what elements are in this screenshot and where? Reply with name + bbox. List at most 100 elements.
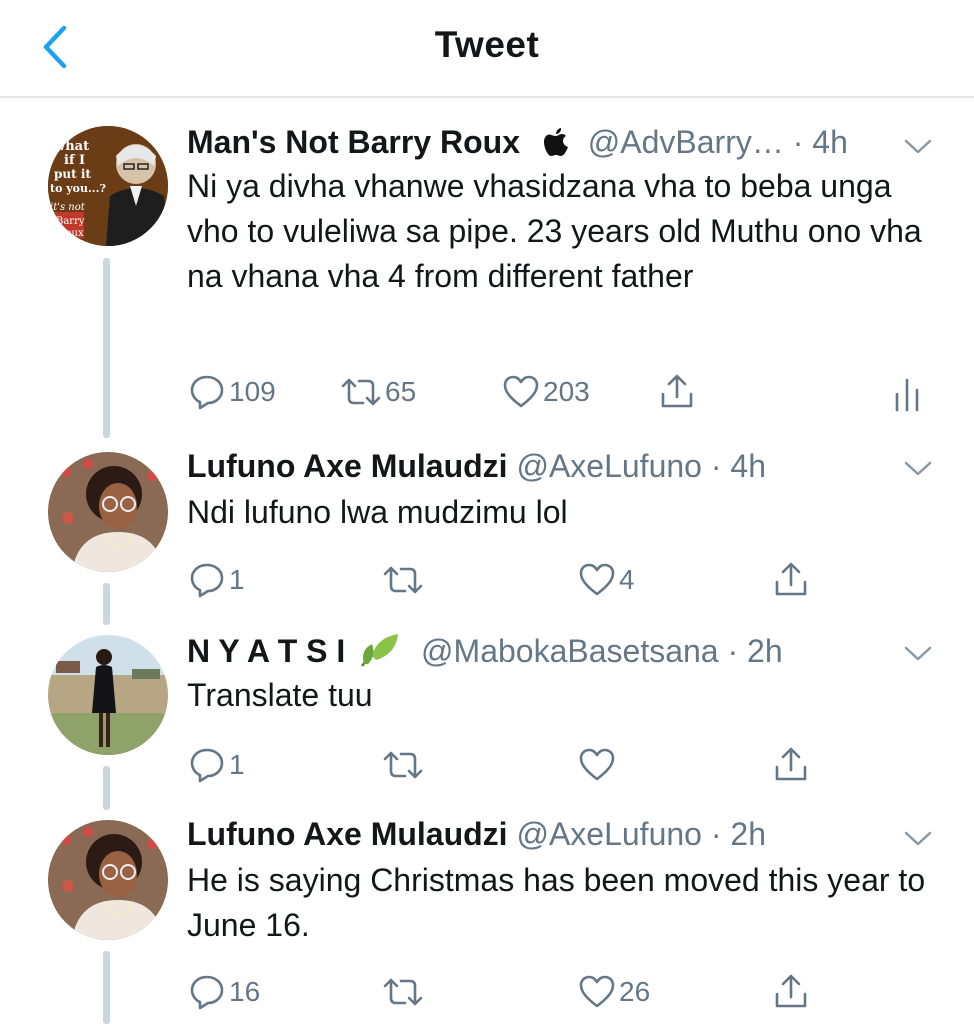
tweet-item[interactable]: N Y A T S I @MabokaBasetsana · 2h Transl…	[0, 625, 974, 810]
share-button[interactable]	[771, 970, 811, 1014]
retweet-icon	[383, 566, 423, 594]
separator: ·	[710, 448, 722, 484]
retweet-icon	[341, 378, 381, 406]
analytics-button[interactable]	[887, 370, 927, 414]
like-button[interactable]: 203	[501, 370, 590, 414]
share-icon	[775, 562, 807, 596]
action-bar: 1 4	[187, 558, 934, 602]
timestamp[interactable]: 4h	[812, 124, 848, 160]
svg-text:put it: put it	[54, 167, 91, 181]
avatar[interactable]	[48, 635, 168, 755]
user-handle[interactable]: @AxeLufuno	[516, 816, 702, 852]
retweet-count: 65	[385, 376, 417, 407]
thread-line	[103, 951, 110, 1024]
action-bar: 16 26	[187, 970, 934, 1014]
reply-button[interactable]: 1	[187, 558, 245, 602]
action-bar: 1	[187, 743, 934, 787]
heart-icon	[579, 975, 615, 1008]
share-button[interactable]	[657, 370, 697, 414]
svg-text:if I: if I	[64, 153, 85, 168]
like-button[interactable]: 26	[577, 970, 650, 1014]
display-name[interactable]: Lufuno Axe Mulaudzi	[187, 816, 508, 852]
reply-count: 16	[229, 976, 261, 1007]
reply-icon	[190, 748, 224, 783]
user-handle[interactable]: @AxeLufuno	[516, 448, 702, 484]
retweet-icon	[383, 978, 423, 1006]
svg-text:what: what	[53, 139, 89, 154]
like-count: 203	[543, 376, 590, 407]
tweet-header: N Y A T S I @MabokaBasetsana · 2h	[187, 629, 914, 673]
like-button[interactable]: 4	[577, 558, 635, 602]
tweet-item[interactable]: Lufuno Axe Mulaudzi @AxeLufuno · 4h Ndi …	[0, 440, 974, 625]
reply-button[interactable]: 1	[187, 743, 245, 787]
display-name[interactable]: Man's Not Barry Roux	[187, 124, 520, 160]
tweet-text: Ni ya divha vhanwe vhasidzana vha to beb…	[187, 168, 922, 294]
heart-icon	[503, 375, 539, 408]
reply-count: 1	[229, 749, 245, 780]
tweet-text: He is saying Christmas has been moved th…	[187, 862, 926, 943]
tweet-header: Lufuno Axe Mulaudzi @AxeLufuno · 2h	[187, 812, 914, 856]
retweet-button[interactable]: 65	[339, 370, 416, 414]
tweet-item[interactable]: what if I put it to you...? it's not Bar…	[0, 100, 974, 440]
page-title: Tweet	[434, 24, 540, 65]
heart-icon	[579, 563, 615, 596]
avatar[interactable]	[48, 452, 168, 572]
share-icon	[775, 747, 807, 781]
display-name[interactable]: Lufuno Axe Mulaudzi	[187, 448, 508, 484]
avatar[interactable]	[48, 820, 168, 940]
share-icon	[775, 974, 807, 1008]
chevron-down-icon	[904, 461, 932, 476]
more-options-button[interactable]	[902, 134, 934, 158]
retweet-button[interactable]	[381, 743, 427, 787]
more-options-button[interactable]	[902, 456, 934, 480]
timestamp[interactable]: 4h	[730, 448, 766, 484]
more-options-button[interactable]	[902, 826, 934, 850]
separator: ·	[792, 124, 804, 160]
tweet-item[interactable]: Lufuno Axe Mulaudzi @AxeLufuno · 2h He i…	[0, 810, 974, 1024]
share-button[interactable]	[771, 558, 811, 602]
thread-line	[103, 258, 110, 438]
reply-count: 1	[229, 564, 245, 595]
more-options-button[interactable]	[902, 641, 934, 665]
separator: ·	[710, 816, 722, 852]
svg-text:Barry: Barry	[56, 216, 85, 227]
heart-icon	[579, 748, 615, 781]
timestamp[interactable]: 2h	[730, 816, 766, 852]
retweet-icon	[383, 751, 423, 779]
user-handle[interactable]: @AdvBarry…	[588, 124, 784, 160]
like-button[interactable]	[577, 743, 619, 787]
tweet-text: Ndi lufuno lwa mudzimu lol	[187, 494, 568, 530]
tweet-header: Lufuno Axe Mulaudzi @AxeLufuno · 4h	[187, 444, 914, 488]
reply-icon	[190, 975, 224, 1010]
svg-text:to you...?: to you...?	[50, 182, 106, 195]
retweet-button[interactable]	[381, 970, 427, 1014]
chevron-down-icon	[904, 139, 932, 154]
reply-button[interactable]: 16	[187, 970, 260, 1014]
avatar[interactable]: what if I put it to you...? it's not Bar…	[48, 126, 168, 246]
svg-text:it's not: it's not	[50, 202, 86, 213]
apple-icon	[543, 128, 568, 156]
svg-text:Roux: Roux	[58, 228, 84, 239]
tweet-text: Translate tuu	[187, 677, 373, 713]
thread-line	[103, 583, 110, 625]
reply-count: 109	[229, 376, 276, 407]
top-bar: Tweet	[0, 0, 974, 98]
share-button[interactable]	[771, 743, 811, 787]
like-count: 4	[619, 564, 635, 595]
tweet-header: Man's Not Barry Roux @AdvBarry… · 4h	[187, 120, 914, 164]
timestamp[interactable]: 2h	[747, 633, 783, 669]
display-name[interactable]: N Y A T S I	[187, 633, 345, 669]
reply-icon	[190, 375, 224, 410]
retweet-button[interactable]	[381, 558, 427, 602]
reply-icon	[190, 563, 224, 598]
thread-line	[103, 766, 110, 810]
action-bar: 109 65 203	[187, 370, 934, 414]
reply-button[interactable]: 109	[187, 370, 276, 414]
leaf-icon	[361, 634, 399, 667]
like-count: 26	[619, 976, 651, 1007]
separator: ·	[727, 633, 739, 669]
analytics-icon	[895, 378, 919, 412]
share-icon	[661, 374, 693, 408]
user-handle[interactable]: @MabokaBasetsana	[421, 633, 719, 669]
chevron-down-icon	[904, 646, 932, 661]
